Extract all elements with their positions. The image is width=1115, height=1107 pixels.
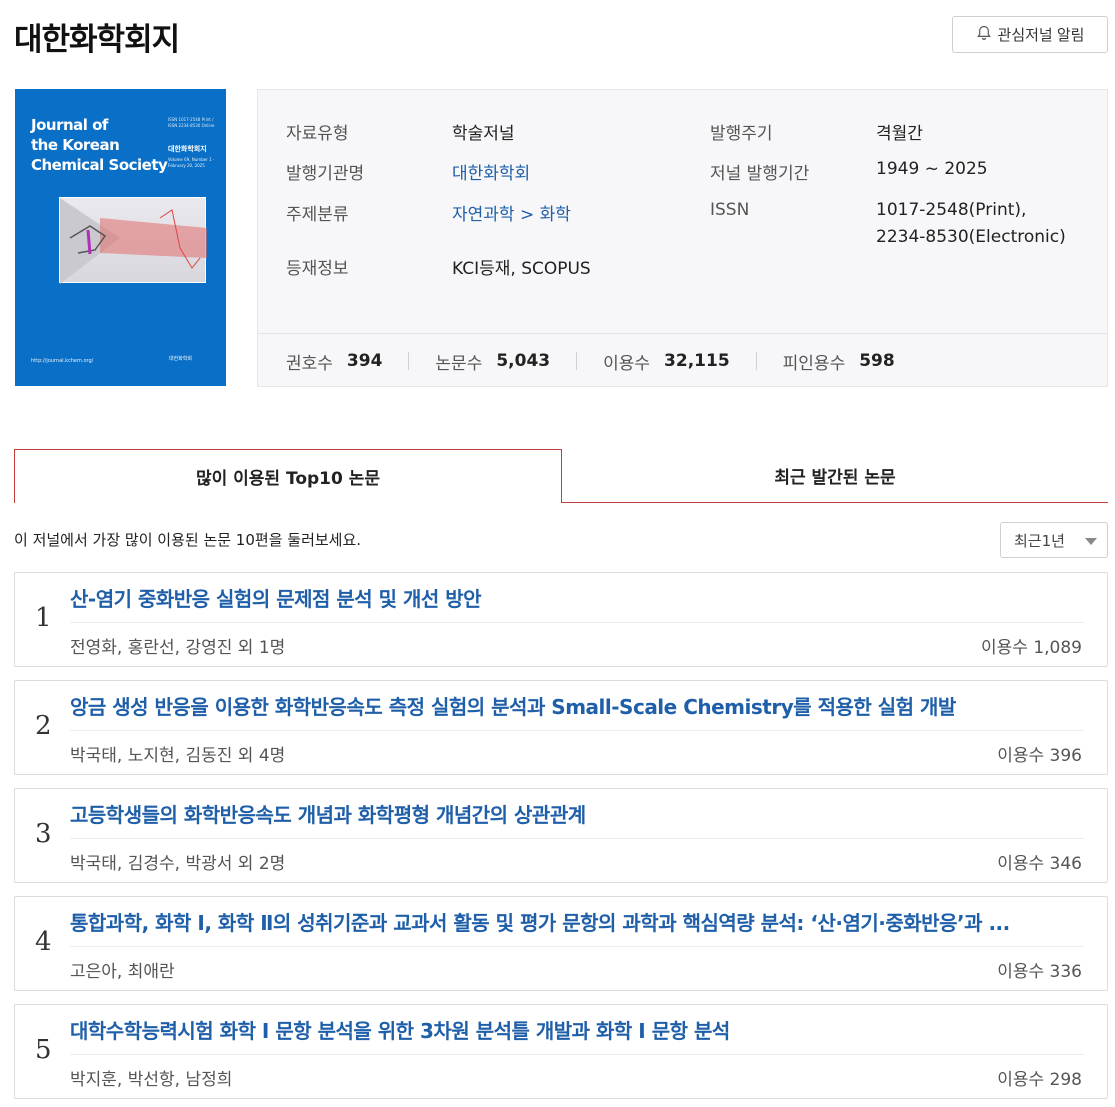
cover-title: Journal of the Korean Chemical Society [31,116,168,174]
stat-divider [576,352,578,370]
publisher-link[interactable]: 대한화학회 [452,159,530,184]
list-description: 이 저널에서 가장 많이 이용된 논문 10편을 둘러보세요. [14,531,362,549]
paper-divider [70,946,1084,947]
journal-alert-button[interactable]: 관심저널 알림 [952,16,1108,53]
period-label: 저널 발행기간 [710,164,810,184]
period-select[interactable]: 최근1년 [1000,522,1108,558]
type-label: 자료유형 [286,124,349,144]
cover-issn: ISSN 1017-2548 Print / ISSN 2234-8530 On… [168,117,215,128]
issn-label: ISSN [710,200,750,220]
paper-item: 1 산-염기 중화반응 실험의 문제점 분석 및 개선 방안 전영화, 홍란선,… [14,572,1108,667]
journal-info-panel: 자료유형 학술저널 발행주기 격월간 발행기관명 대한화학회 저널 발행기간 1… [257,89,1108,387]
paper-usage: 이용수 336 [997,962,1082,982]
issn-print: 1017-2548(Print), [876,200,1027,220]
stat-usage: 이용수 32,115 [603,351,730,374]
cycle-label: 발행주기 [710,124,773,144]
paper-authors: 고은아, 최애란 [70,962,175,982]
stat-articles: 논문수 5,043 [435,351,551,374]
paper-rank: 5 [35,1035,52,1065]
paper-usage: 이용수 346 [997,854,1082,874]
cover-volume: Volume 69, Number 1 · February 20, 2025 [168,157,215,168]
paper-usage: 이용수 396 [997,746,1082,766]
paper-authors: 박지훈, 박선항, 남정희 [70,1070,233,1090]
caret-down-icon [1085,538,1097,545]
paper-title-link[interactable]: 앙금 생성 반응을 이용한 화학반응속도 측정 실험의 분석과 Small-Sc… [70,691,1084,720]
stat-issues: 권호수 394 [286,351,383,374]
cover-publisher-logo: 대한화학회 [169,356,193,362]
paper-rank: 4 [35,927,52,957]
paper-title-link[interactable]: 산-염기 중화반응 실험의 문제점 분석 및 개선 방안 [70,583,1084,612]
paper-title-link[interactable]: 고등학생들의 화학반응속도 개념과 화학평형 개념간의 상관관계 [70,799,1084,828]
paper-authors: 전영화, 홍란선, 강영진 외 1명 [70,638,286,658]
paper-title-link[interactable]: 통합과학, 화학 Ⅰ, 화학 Ⅱ의 성취기준과 교과서 활동 및 평가 문항의 … [70,907,1084,936]
publisher-label: 발행기관명 [286,164,365,184]
paper-rank: 2 [35,711,52,741]
stat-divider [408,352,410,370]
journal-cover-image: Journal of the Korean Chemical Society I… [15,89,226,386]
paper-item: 2 앙금 생성 반응을 이용한 화학반응속도 측정 실험의 분석과 Small-… [14,680,1108,775]
type-value: 학술저널 [452,124,515,144]
journal-alert-label: 관심저널 알림 [997,27,1085,44]
tab-top10[interactable]: 많이 이용된 Top10 논문 [14,449,562,503]
paper-rank: 3 [35,819,52,849]
paper-usage: 이용수 298 [997,1070,1082,1090]
paper-item: 4 통합과학, 화학 Ⅰ, 화학 Ⅱ의 성취기준과 교과서 활동 및 평가 문항… [14,896,1108,991]
paper-usage: 이용수 1,089 [981,638,1082,658]
page-title: 대한화학회지 [14,22,180,58]
journal-stats: 권호수 394 논문수 5,043 이용수 32,115 피인용수 598 [258,334,1107,388]
paper-tabs: 많이 이용된 Top10 논문 최근 발간된 논문 [14,449,1108,503]
period-value: 1949 ~ 2025 [876,159,988,179]
cover-url: http://journal.kchem.org/ [31,358,94,364]
period-select-value: 최근1년 [1014,531,1065,550]
cover-artwork [59,197,207,284]
paper-authors: 박국태, 김경수, 박광서 외 2명 [70,854,286,874]
index-value: KCI등재, SCOPUS [452,259,591,279]
cover-korean-title: 대한화학회지 [168,145,207,153]
bell-icon [976,25,992,45]
paper-authors: 박국태, 노지현, 김동진 외 4명 [70,746,286,766]
tab-recent[interactable]: 최근 발간된 논문 [562,449,1108,503]
stat-citations: 피인용수 598 [782,351,895,374]
subject-link[interactable]: 자연과학 > 화학 [452,200,571,225]
index-label: 등재정보 [286,259,349,279]
subject-label: 주제분류 [286,205,349,225]
paper-divider [70,622,1084,623]
paper-divider [70,730,1084,731]
paper-divider [70,838,1084,839]
paper-title-link[interactable]: 대학수학능력시험 화학 I 문항 분석을 위한 3차원 분석틀 개발과 화학 I… [70,1015,1084,1044]
paper-item: 5 대학수학능력시험 화학 I 문항 분석을 위한 3차원 분석틀 개발과 화학… [14,1004,1108,1099]
cycle-value: 격월간 [876,124,923,144]
issn-electronic: 2234-8530(Electronic) [876,227,1066,247]
stat-divider [755,352,757,370]
paper-divider [70,1054,1084,1055]
paper-item: 3 고등학생들의 화학반응속도 개념과 화학평형 개념간의 상관관계 박국태, … [14,788,1108,883]
paper-rank: 1 [35,603,52,633]
